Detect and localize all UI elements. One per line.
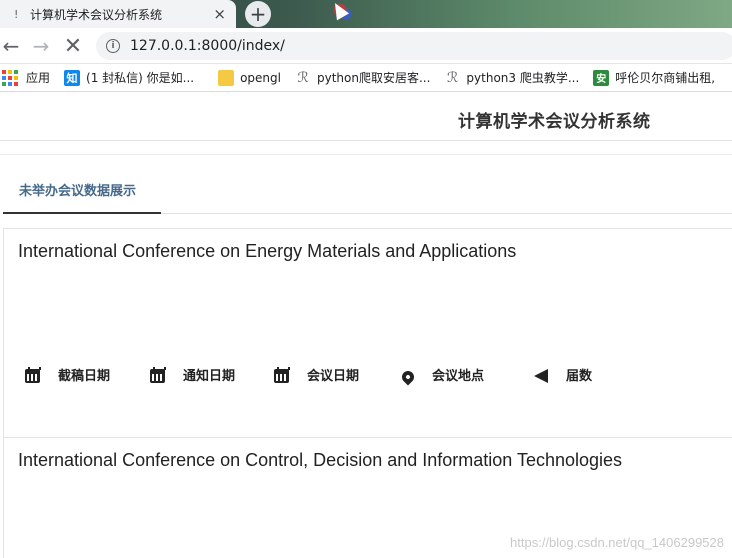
zhihu-icon: 知 [64,69,81,86]
tab-divider [161,213,732,214]
watermark: https://blog.csdn.net/qq_1406299528 [510,535,724,550]
folder-icon [218,69,235,86]
tab-upcoming-conferences[interactable]: 未举办会议数据展示 [3,157,161,214]
anjuke-icon: 安 [593,69,610,86]
browser-toolbar: ← → ✕ i 127.0.0.1:8000/index/ [0,28,732,64]
bookmark-apps[interactable]: 应用 [2,69,50,86]
site-header: 计算机学术会议分析系统 [0,93,732,141]
deadline-meta: 截稿日期 [25,365,110,384]
bookmark-zhihu[interactable]: 知 (1 封私信) 你是如... [64,69,194,86]
conference-date-label: 会议日期 [307,369,360,384]
close-tab-icon[interactable]: × [213,5,226,23]
bookmark-label: 应用 [26,71,51,85]
spider-icon: ℛ [446,69,458,86]
mouse-cursor-icon [328,0,350,21]
page-content: 计算机学术会议分析系统 未举办会议数据展示 International Conf… [0,93,732,558]
bookmark-python-anjuke[interactable]: ℛ python爬取安居客... [295,69,430,86]
conference-title[interactable]: International Conference on Control, Dec… [18,450,622,471]
location-label: 会议地点 [432,369,485,384]
bookmark-hulunbuir[interactable]: 安 呼伦贝尔商铺出租, [593,69,715,86]
bookmark-label: (1 封私信) 你是如... [86,71,195,85]
deadline-label: 截稿日期 [58,369,111,384]
spider-icon: ℛ [297,69,309,86]
calendar-icon [25,367,41,383]
tab-title: 计算机学术会议分析系统 [30,7,163,22]
bookmark-label: python3 爬虫教学... [466,71,580,85]
bookmark-label: 呼伦贝尔商铺出租, [615,71,716,85]
browser-tab[interactable]: ! 计算机学术会议分析系统 × [0,0,236,28]
bookmark-label: opengl [240,70,281,85]
url-text[interactable]: 127.0.0.1:8000/index/ [130,38,285,54]
address-bar[interactable]: i 127.0.0.1:8000/index/ [96,32,732,60]
stop-loading-button[interactable]: ✕ [62,34,84,59]
forward-button[interactable]: → [30,34,52,58]
bookmark-python3-crawler[interactable]: ℛ python3 爬虫教学... [444,69,579,86]
bookmark-label: python爬取安居客... [317,71,431,85]
megaphone-icon [534,369,548,383]
tab-strip: ! 计算机学术会议分析系统 × + [0,0,732,28]
notification-label: 通知日期 [183,369,236,384]
edition-meta: 届数 [532,365,592,384]
conference-date-meta: 会议日期 [274,365,359,384]
conference-title[interactable]: International Conference on Energy Mater… [18,241,516,262]
tab-label: 未举办会议数据展示 [19,184,137,199]
site-title: 计算机学术会议分析系统 [458,112,651,132]
edition-label: 届数 [566,369,593,384]
back-button[interactable]: ← [0,34,22,58]
bookmarks-bar: 应用 知 (1 封私信) 你是如... opengl ℛ python爬取安居客… [0,64,732,92]
apps-icon [2,69,18,86]
tab-favicon-icon: ! [14,7,19,21]
site-info-icon[interactable]: i [106,39,120,53]
calendar-icon [150,367,166,383]
notification-meta: 通知日期 [150,365,235,384]
calendar-icon [274,367,290,383]
map-pin-icon [399,368,417,386]
location-meta: 会议地点 [398,365,485,386]
new-tab-button[interactable]: + [245,1,271,27]
bookmark-opengl[interactable]: opengl [218,69,281,86]
conference-card: International Conference on Energy Mater… [3,228,732,438]
